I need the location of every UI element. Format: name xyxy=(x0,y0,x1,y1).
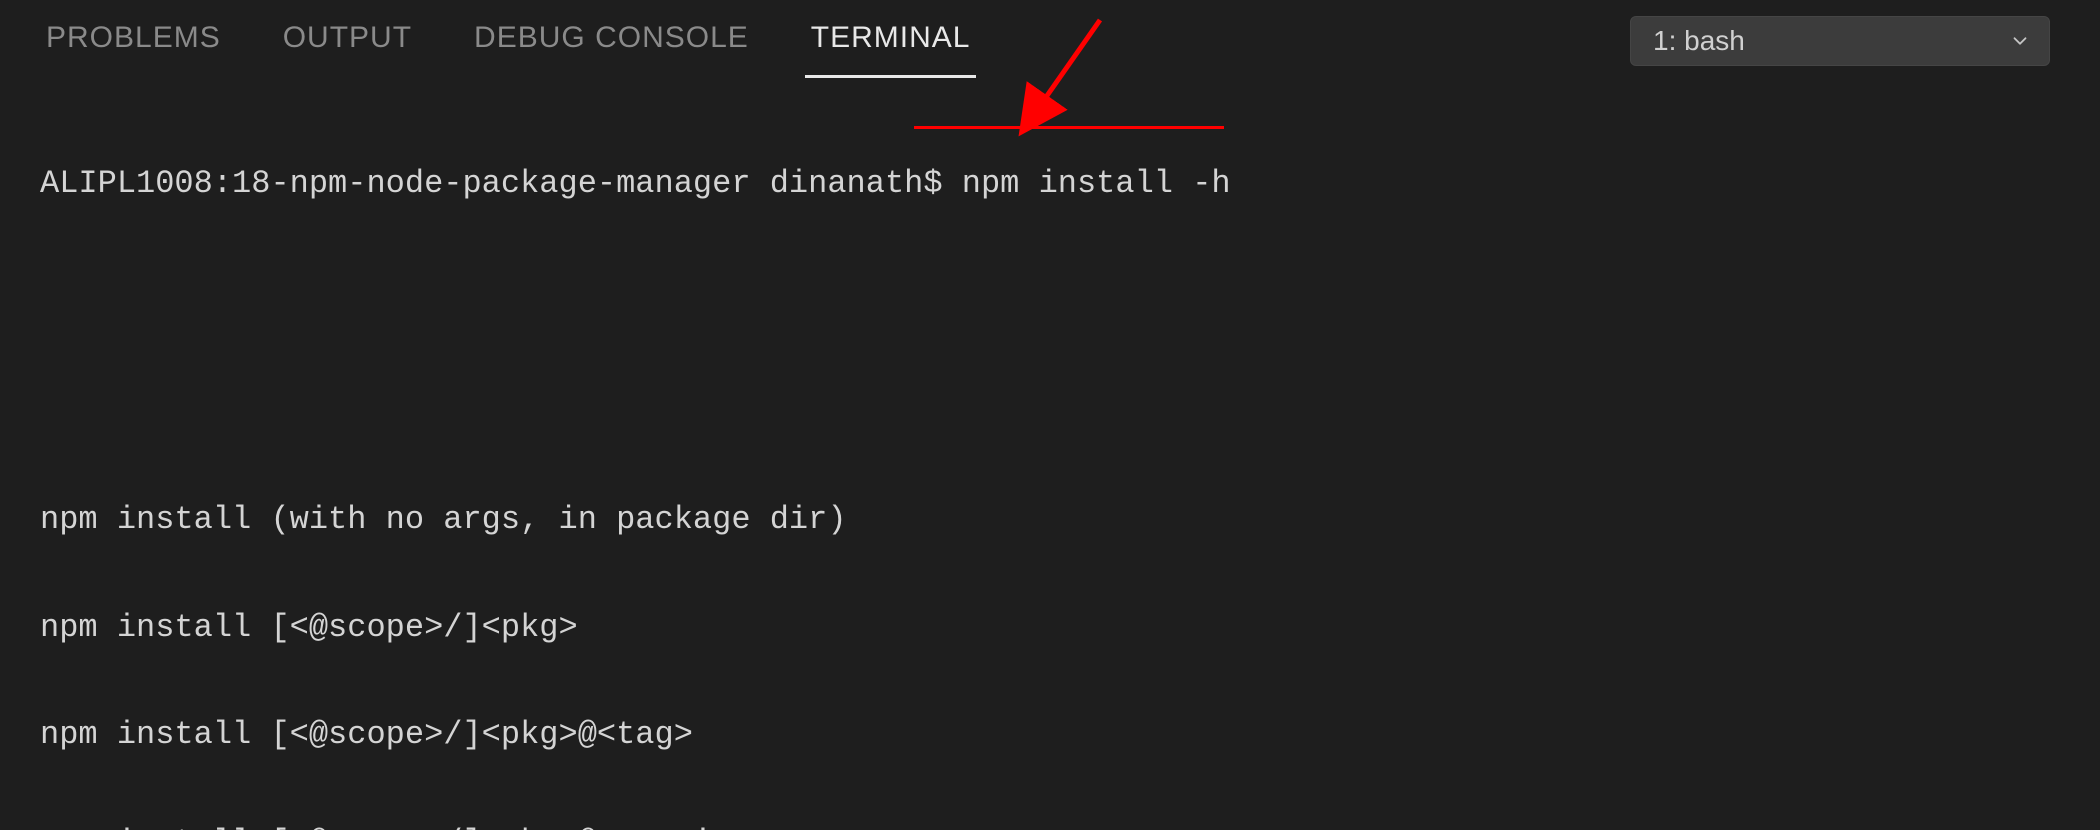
terminal-help-output: npm install (with no args, in package di… xyxy=(40,431,2060,830)
help-line: npm install [<@scope>/]<pkg>@<version> xyxy=(40,825,2060,830)
tab-problems[interactable]: PROBLEMS xyxy=(40,3,227,78)
shell-selector-label: 1: bash xyxy=(1653,25,1745,57)
tab-terminal[interactable]: TERMINAL xyxy=(805,3,977,78)
help-line: npm install (with no args, in package di… xyxy=(40,502,2060,538)
terminal-command: npm install -h xyxy=(962,165,1231,202)
panel-header: PROBLEMS OUTPUT DEBUG CONSOLE TERMINAL 1… xyxy=(0,0,2100,80)
shell-selector-dropdown[interactable]: 1: bash xyxy=(1630,16,2050,66)
tab-debug-console[interactable]: DEBUG CONSOLE xyxy=(468,3,755,78)
panel-tabs: PROBLEMS OUTPUT DEBUG CONSOLE TERMINAL xyxy=(40,3,976,78)
chevron-down-icon xyxy=(2009,30,2031,52)
terminal-output-area[interactable]: ALIPL1008:18-npm-node-package-manager di… xyxy=(0,80,2100,830)
tab-output[interactable]: OUTPUT xyxy=(277,3,418,78)
annotation-underline xyxy=(914,126,1224,129)
terminal-prompt-line: ALIPL1008:18-npm-node-package-manager di… xyxy=(40,166,2060,202)
terminal-prompt: ALIPL1008:18-npm-node-package-manager di… xyxy=(40,165,962,202)
help-line: npm install [<@scope>/]<pkg>@<tag> xyxy=(40,717,2060,753)
help-line: npm install [<@scope>/]<pkg> xyxy=(40,610,2060,646)
